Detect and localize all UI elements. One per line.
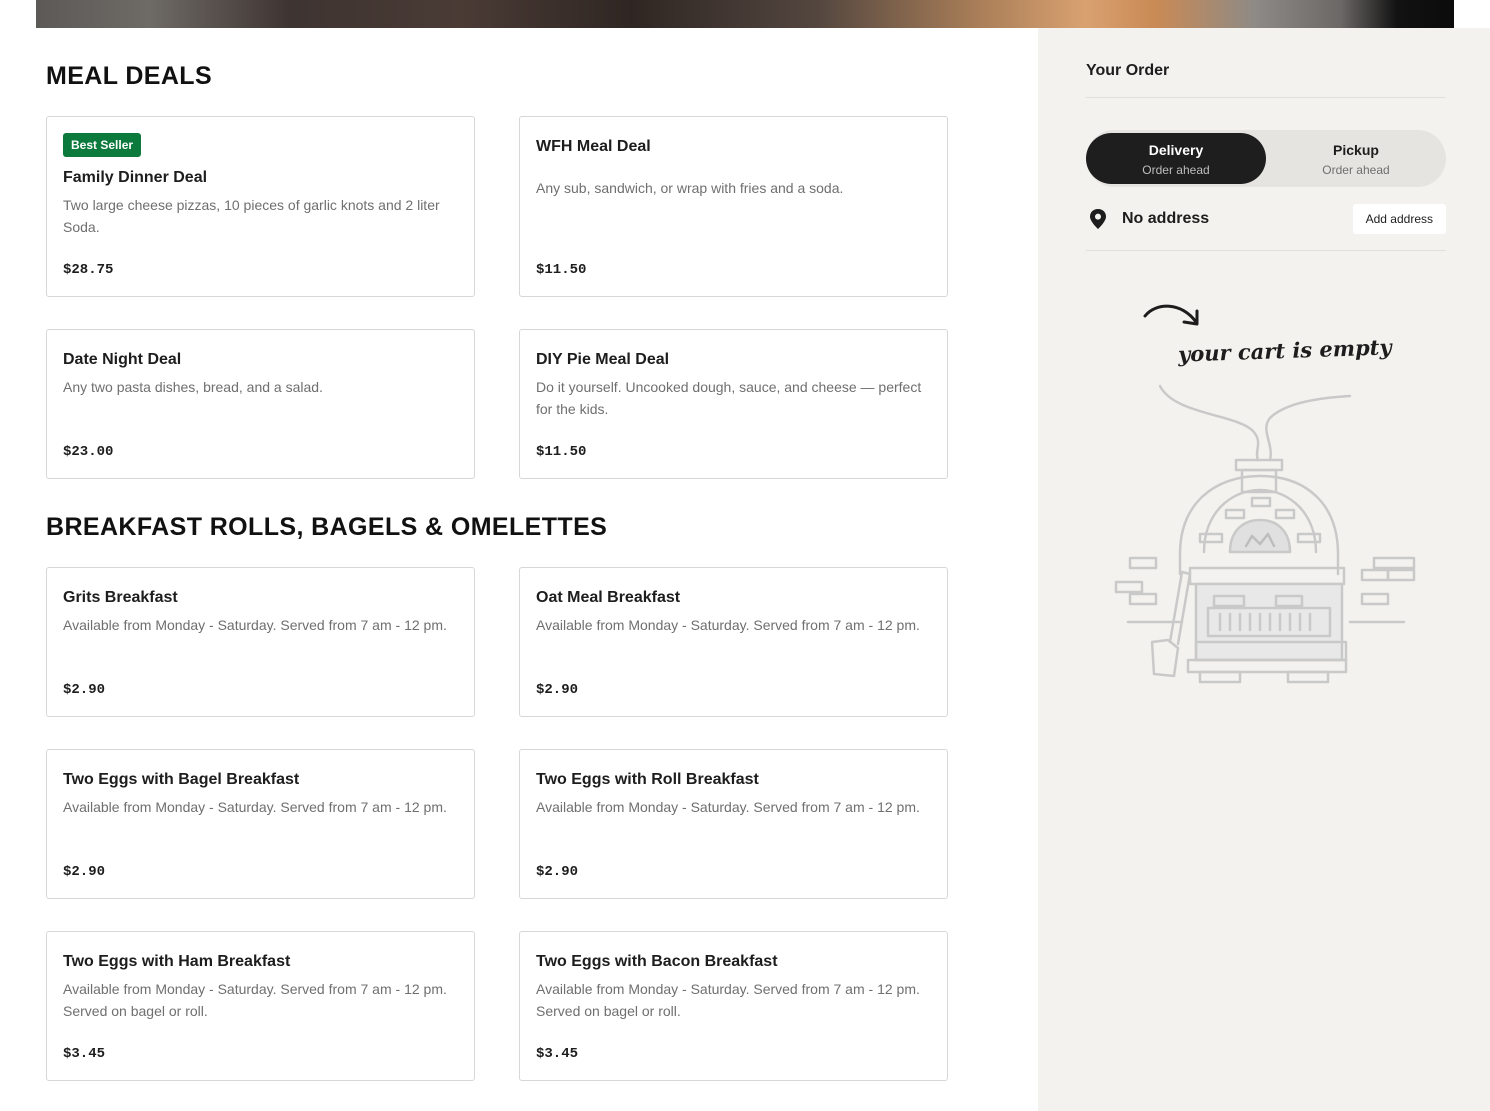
menu-item-card[interactable]: Best Seller Family Dinner Deal Two large… (46, 116, 475, 297)
section-title-breakfast: BREAKFAST ROLLS, BAGELS & OMELETTES (46, 513, 608, 541)
address-row: No address Add address (1086, 204, 1446, 234)
divider (1086, 250, 1446, 251)
menu-item-price: $3.45 (63, 1046, 106, 1062)
menu-item-description: Available from Monday - Saturday. Served… (536, 981, 920, 1019)
menu-item-price: $2.90 (63, 682, 106, 698)
menu-item-price: $3.45 (536, 1046, 579, 1062)
menu-item-name: Family Dinner Deal (63, 169, 208, 186)
menu-item-name: Date Night Deal (63, 351, 182, 368)
section-title-meal-deals: MEAL DEALS (46, 62, 213, 90)
hero-image (36, 0, 1454, 28)
arrow-icon (1143, 304, 1199, 326)
menu-item-card[interactable]: Two Eggs with Roll Breakfast Available f… (519, 749, 948, 899)
menu-item-price: $2.90 (536, 864, 579, 880)
menu-item-name: Two Eggs with Roll Breakfast (536, 771, 759, 788)
delivery-option[interactable]: Delivery Order ahead (1086, 133, 1266, 184)
address-value: No address (1122, 210, 1210, 227)
menu-item-card[interactable]: Two Eggs with Ham Breakfast Available fr… (46, 931, 475, 1081)
delivery-label: Delivery (1148, 142, 1204, 158)
menu-item-description: Available from Monday - Saturday. Served… (63, 981, 447, 1019)
pickup-option[interactable]: Pickup Order ahead (1266, 133, 1446, 184)
menu-item-card[interactable]: Two Eggs with Bagel Breakfast Available … (46, 749, 475, 899)
menu-item-description: Available from Monday - Saturday. Served… (536, 617, 920, 633)
empty-cart-illustration: your cart is empty (1114, 298, 1424, 708)
menu-item-name: Two Eggs with Bacon Breakfast (536, 953, 778, 970)
menu-item-price: $11.50 (536, 262, 587, 278)
menu-item-description: Available from Monday - Saturday. Served… (63, 799, 447, 815)
menu-item-price: $2.90 (536, 682, 579, 698)
menu-item-price: $28.75 (63, 262, 114, 278)
delivery-sublabel: Order ahead (1142, 163, 1210, 177)
menu-item-price: $2.90 (63, 864, 106, 880)
menu-item-card[interactable]: Grits Breakfast Available from Monday - … (46, 567, 475, 717)
order-title: Your Order (1086, 62, 1170, 79)
menu-item-description: Available from Monday - Saturday. Served… (536, 799, 920, 815)
menu-item-card[interactable]: Date Night Deal Any two pasta dishes, br… (46, 329, 475, 479)
menu-item-card[interactable]: Oat Meal Breakfast Available from Monday… (519, 567, 948, 717)
menu-item-price: $11.50 (536, 444, 587, 460)
divider (1086, 97, 1446, 98)
menu-item-description: Any sub, sandwich, or wrap with fries an… (536, 180, 844, 196)
menu-item-price: $23.00 (63, 444, 114, 460)
menu-item-description: Available from Monday - Saturday. Served… (63, 617, 447, 633)
menu-item-name: Two Eggs with Bagel Breakfast (63, 771, 300, 788)
best-seller-badge: Best Seller (63, 133, 142, 157)
menu-item-card[interactable]: Two Eggs with Bacon Breakfast Available … (519, 931, 948, 1081)
menu-item-card[interactable]: WFH Meal Deal Any sub, sandwich, or wrap… (519, 116, 948, 297)
pickup-label: Pickup (1333, 142, 1379, 158)
menu-item-name: DIY Pie Meal Deal (536, 351, 670, 368)
menu-item-name: Two Eggs with Ham Breakfast (63, 953, 291, 970)
menu-item-description: Two large cheese pizzas, 10 pieces of ga… (63, 197, 440, 235)
menu-item-description: Any two pasta dishes, bread, and a salad… (63, 379, 323, 395)
menu-item-description: Do it yourself. Uncooked dough, sauce, a… (536, 379, 922, 417)
empty-cart-text: your cart is empty (1177, 334, 1392, 367)
fulfillment-toggle: Delivery Order ahead Pickup Order ahead (1086, 130, 1446, 187)
menu-item-card[interactable]: DIY Pie Meal Deal Do it yourself. Uncook… (519, 329, 948, 479)
add-address-button[interactable]: Add address (1352, 204, 1446, 234)
menu-item-name: WFH Meal Deal (536, 138, 651, 155)
pickup-sublabel: Order ahead (1322, 163, 1390, 177)
menu-item-name: Grits Breakfast (63, 589, 178, 606)
menu-item-name: Oat Meal Breakfast (536, 589, 681, 606)
order-sidebar: Your Order Delivery Order ahead Pickup O… (1038, 28, 1490, 1111)
location-pin-icon (1088, 208, 1108, 235)
pizza-oven-icon (1114, 384, 1416, 684)
